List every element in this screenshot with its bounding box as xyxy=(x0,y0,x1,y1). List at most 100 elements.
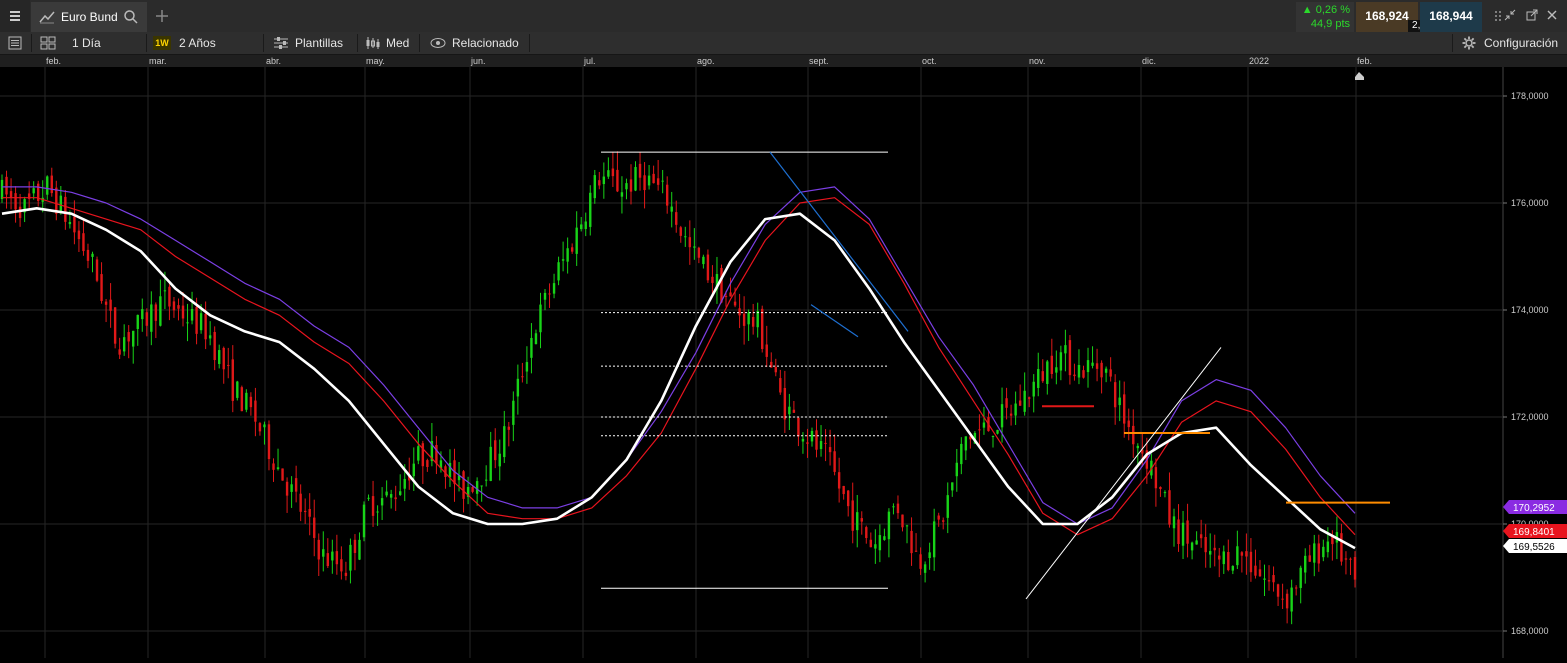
candle-body xyxy=(982,422,986,428)
ask-price[interactable]: 168,944 xyxy=(1420,2,1482,32)
candle-body xyxy=(1186,520,1189,544)
candle-body xyxy=(1227,552,1230,571)
candle-body xyxy=(1073,374,1076,377)
candle-body xyxy=(303,510,307,513)
candle-body xyxy=(765,344,768,357)
candle-body xyxy=(32,188,35,194)
candle-body xyxy=(163,290,167,292)
candle-body xyxy=(652,173,655,184)
candle-body xyxy=(534,333,538,345)
candle-body xyxy=(815,430,818,450)
ask-value: 168,944 xyxy=(1429,9,1473,23)
candle-body xyxy=(299,493,302,512)
candle-body xyxy=(634,166,637,191)
candle-body xyxy=(46,176,49,195)
candle-body xyxy=(1100,362,1103,378)
x-tick-label: mar. xyxy=(149,56,167,66)
candle-body xyxy=(928,552,931,559)
candle-body xyxy=(512,400,515,425)
candle-body xyxy=(756,311,759,328)
candle-body xyxy=(1041,371,1044,382)
add-tab-button[interactable] xyxy=(150,4,174,28)
candle-body xyxy=(1213,547,1216,551)
candle-body xyxy=(1064,345,1067,354)
candle-body xyxy=(376,511,379,513)
candle-body xyxy=(706,254,710,281)
candle-body xyxy=(258,423,262,432)
candle-body xyxy=(942,520,945,522)
candle-body xyxy=(810,430,814,442)
candle-body xyxy=(589,192,592,227)
candle-body xyxy=(720,267,723,303)
candle-body xyxy=(199,313,203,331)
candle-body xyxy=(865,527,868,539)
search-icon[interactable] xyxy=(124,10,138,24)
drawn-trend-line xyxy=(1025,347,1222,600)
candle-body xyxy=(104,301,108,305)
candle-body xyxy=(521,376,524,378)
candle-body xyxy=(1050,355,1054,374)
candle-body xyxy=(1000,404,1004,428)
templates-button[interactable]: Plantillas xyxy=(273,32,353,54)
candle-body xyxy=(896,503,900,514)
candle-body xyxy=(213,331,216,361)
x-tick-label: feb. xyxy=(46,56,61,66)
chart-canvas[interactable]: feb. mar. abr. may. jun. jul. ago. sept. oct. nov… xyxy=(0,55,1567,658)
candle-body xyxy=(236,381,239,398)
candle-body xyxy=(783,388,787,420)
candle-body xyxy=(1236,546,1239,566)
gear-icon xyxy=(1462,36,1476,50)
layout-button[interactable] xyxy=(40,32,56,54)
menu-button[interactable] xyxy=(0,0,30,32)
list-view-button[interactable] xyxy=(8,32,24,54)
candle-body xyxy=(403,478,406,489)
candle-body xyxy=(557,262,560,281)
candle-body xyxy=(1009,413,1013,416)
candle-body xyxy=(1132,425,1135,445)
price-label: 169,8401 xyxy=(1513,527,1555,538)
close-icon[interactable] xyxy=(1547,10,1557,20)
candle-body xyxy=(362,504,366,538)
candle-body xyxy=(1294,587,1298,589)
candle-body xyxy=(1077,364,1081,378)
collapse-icon[interactable] xyxy=(1504,9,1516,21)
candle-body xyxy=(607,170,610,177)
candle-body xyxy=(923,564,927,573)
price-chart[interactable]: feb. mar. abr. may. jun. jul. ago. sept. oct. nov… xyxy=(0,55,1567,658)
candle-body xyxy=(507,426,511,430)
candle-body xyxy=(1014,403,1017,416)
candle-body xyxy=(285,481,289,496)
candle-body xyxy=(290,484,293,492)
candle-body xyxy=(64,196,67,222)
date-axis-strip xyxy=(0,55,1567,67)
interval-select[interactable]: 1 Día xyxy=(72,32,101,54)
candle-body xyxy=(1204,536,1207,553)
candle-body xyxy=(901,514,904,528)
candle-body xyxy=(711,276,714,284)
candle-body xyxy=(1113,382,1117,408)
candle-body xyxy=(525,362,529,372)
candle-body xyxy=(195,307,198,334)
candle-body xyxy=(702,256,705,265)
candle-body xyxy=(575,227,578,254)
settings-label: Configuración xyxy=(1484,36,1559,50)
sliders-icon xyxy=(274,37,288,49)
candle-body xyxy=(837,472,841,489)
candle-body xyxy=(552,283,556,294)
candle-body xyxy=(1326,541,1330,553)
candle-body xyxy=(1290,587,1293,612)
candle-body xyxy=(638,163,642,178)
candle-body xyxy=(1340,533,1343,562)
chart-type-button[interactable]: Med xyxy=(365,32,415,54)
candle-body xyxy=(806,442,809,444)
candle-body xyxy=(1308,555,1311,562)
grip-icon[interactable] xyxy=(1494,9,1502,23)
related-button[interactable]: Relacionado xyxy=(430,32,525,54)
settings-button[interactable]: Configuración xyxy=(1462,32,1562,54)
popout-icon[interactable] xyxy=(1526,9,1538,21)
x-tick-label: abr. xyxy=(266,56,281,66)
candle-body xyxy=(389,494,393,498)
instrument-tab[interactable]: Euro Bund xyxy=(31,2,147,32)
instrument-title: Euro Bund xyxy=(61,10,118,24)
period-select[interactable]: 2 Años xyxy=(179,32,216,54)
